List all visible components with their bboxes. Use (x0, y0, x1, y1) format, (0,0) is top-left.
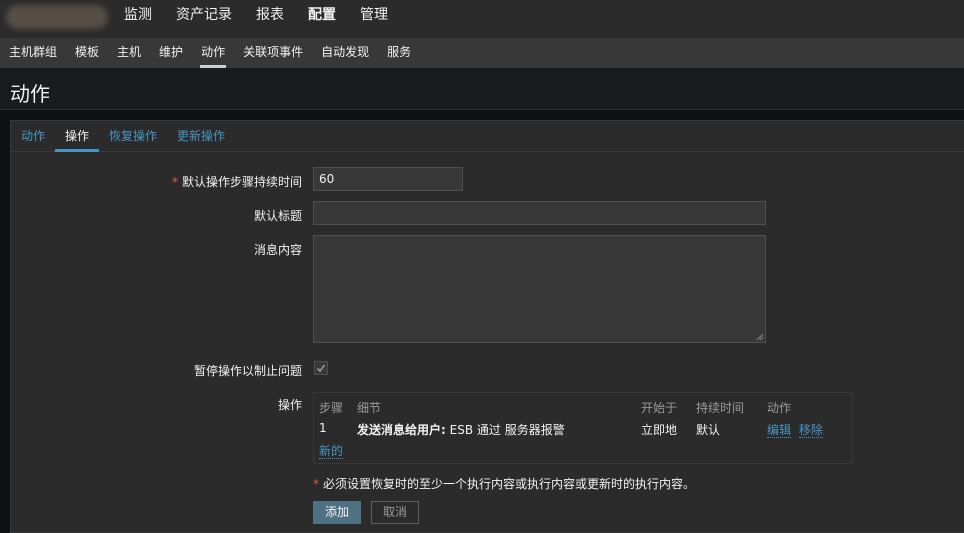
checkmark-icon (316, 364, 326, 373)
remove-operation-link[interactable]: 移除 (798, 423, 823, 438)
column-header-duration: 持续时间 (696, 401, 745, 415)
sub-menu-item-host-groups[interactable]: 主机群组 (0, 38, 66, 68)
sub-navigation: 主机群组 模板 主机 维护 动作 关联项事件 自动发现 服务 (0, 38, 964, 68)
required-marker: * (171, 175, 178, 189)
operation-detail-target: ESB 通过 服务器报警 (445, 423, 565, 437)
resize-grip-icon[interactable] (756, 333, 764, 341)
step-duration-label: * 默认操作步骤持续时间 (171, 175, 302, 189)
logo[interactable] (6, 5, 108, 29)
pause-operations-label: 暂停操作以制止问题 (193, 364, 302, 378)
new-operation-link[interactable]: 新的 (319, 444, 344, 459)
message-textarea[interactable] (313, 235, 766, 343)
operation-step: 1 (319, 421, 327, 435)
page-title: 动作 (10, 82, 50, 106)
sub-menu-item-event-correlation[interactable]: 关联项事件 (234, 38, 312, 68)
top-navigation: 监测 资产记录 报表 配置 管理 (0, 0, 964, 38)
top-menu-item-inventory[interactable]: 资产记录 (164, 0, 244, 38)
sub-menu-item-actions[interactable]: 动作 (192, 38, 234, 68)
subject-input[interactable] (313, 201, 766, 225)
tab-recovery-operations[interactable]: 恢复操作 (99, 121, 167, 151)
top-menu-item-reports[interactable]: 报表 (244, 0, 296, 38)
tab-update-operations[interactable]: 更新操作 (167, 121, 235, 151)
edit-operation-link[interactable]: 编辑 (767, 423, 792, 438)
required-marker: * (313, 477, 319, 491)
operation-duration: 默认 (696, 423, 721, 437)
pause-operations-checkbox[interactable] (314, 361, 328, 375)
message-label: 消息内容 (253, 243, 302, 257)
tab-operations[interactable]: 操作 (55, 121, 100, 152)
required-note: * 必须设置恢复时的至少一个执行内容或执行内容或更新时的执行内容。 (313, 477, 696, 491)
sub-menu-item-hosts[interactable]: 主机 (108, 38, 150, 68)
operation-actions: 编辑 移除 (767, 421, 823, 438)
sub-menu-item-maintenance[interactable]: 维护 (150, 38, 192, 68)
top-menu-item-configuration[interactable]: 配置 (296, 0, 348, 38)
subject-label: 默认标题 (253, 209, 302, 223)
column-header-step: 步骤 (319, 401, 344, 415)
action-form-panel: 动作 操作 恢复操作 更新操作 *默认操作步骤持续时间 默认标题 消息内容 暂停… (10, 120, 964, 533)
new-operation-cell: 新的 (319, 442, 344, 459)
operation-detail-type: 发送消息给用户: (357, 423, 446, 437)
sub-menu-item-templates[interactable]: 模板 (66, 38, 108, 68)
top-menu: 监测 资产记录 报表 配置 管理 (112, 0, 400, 38)
step-duration-input[interactable] (313, 167, 463, 191)
add-button[interactable]: 添加 (313, 501, 361, 524)
operations-table: 步骤 细节 开始于 持续时间 动作 1 发送消息给用户: ESB 通过 服务器报… (313, 392, 853, 464)
top-menu-item-administration[interactable]: 管理 (348, 0, 400, 38)
top-menu-item-monitoring[interactable]: 监测 (112, 0, 164, 38)
operation-detail: 发送消息给用户: ESB 通过 服务器报警 (357, 421, 565, 438)
operation-start: 立即地 (641, 423, 678, 437)
page-header: 动作 (0, 68, 964, 110)
tab-bar: 动作 操作 恢复操作 更新操作 (11, 121, 964, 152)
sub-menu-item-discovery[interactable]: 自动发现 (312, 38, 378, 68)
column-header-start-in: 开始于 (641, 401, 678, 415)
column-header-action: 动作 (767, 401, 792, 415)
column-header-details: 细节 (357, 401, 382, 415)
cancel-button[interactable]: 取消 (371, 501, 419, 524)
operations-label: 操作 (277, 398, 302, 412)
tab-action[interactable]: 动作 (11, 121, 55, 151)
sub-menu-item-services[interactable]: 服务 (378, 38, 420, 68)
